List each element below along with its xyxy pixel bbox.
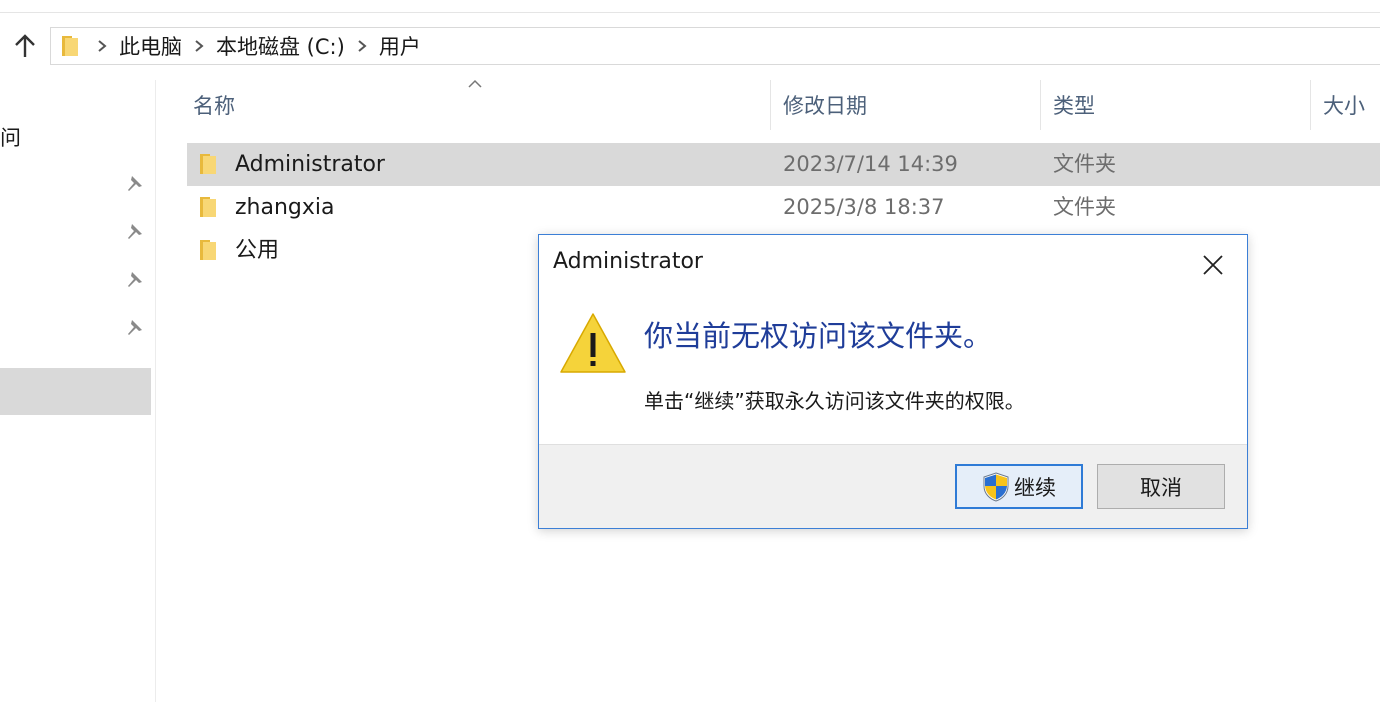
folder-icon: [59, 34, 81, 58]
folder-icon: [200, 154, 216, 174]
cancel-button-label: 取消: [1140, 475, 1182, 500]
continue-button[interactable]: 继续: [955, 464, 1083, 509]
pin-icon[interactable]: [122, 268, 146, 292]
column-header-name[interactable]: 名称: [181, 80, 771, 130]
warning-icon: [560, 313, 626, 373]
up-button[interactable]: [8, 30, 42, 62]
breadcrumb-local-disk[interactable]: 本地磁盘 (C:): [210, 31, 351, 61]
permission-dialog: Administrator 你当前无权访问该文件夹。 单击“继续”获取永久访问该…: [538, 234, 1248, 529]
nav-quick-access-label[interactable]: 问: [0, 122, 21, 152]
pin-icon[interactable]: [122, 220, 146, 244]
dialog-message: 你当前无权访问该文件夹。: [644, 319, 993, 353]
chevron-right-icon: [91, 34, 113, 58]
breadcrumb-this-pc[interactable]: 此电脑: [113, 31, 188, 61]
file-name: zhangxia: [235, 195, 335, 220]
column-header-type[interactable]: 类型: [1041, 80, 1311, 130]
uac-shield-icon: [983, 471, 1009, 502]
continue-button-label: 继续: [1014, 475, 1056, 500]
close-button[interactable]: [1197, 249, 1229, 281]
breadcrumb-users[interactable]: 用户: [373, 31, 427, 61]
column-header-modified[interactable]: 修改日期: [771, 80, 1041, 130]
pin-icon[interactable]: [122, 316, 146, 340]
folder-icon: [200, 240, 216, 260]
nav-item-selected[interactable]: [0, 368, 151, 415]
close-icon: [1203, 255, 1223, 275]
chevron-right-icon: [351, 34, 373, 58]
dialog-footer: 继续 取消: [539, 444, 1247, 528]
folder-icon: [200, 197, 216, 217]
file-row-zhangxia[interactable]: zhangxia 2025/3/8 18:37 文件夹: [187, 186, 1380, 229]
address-bar[interactable]: 此电脑 本地磁盘 (C:) 用户: [50, 27, 1380, 65]
dialog-title: Administrator: [553, 249, 703, 274]
nav-divider: [155, 80, 156, 702]
file-row-administrator[interactable]: Administrator 2023/7/14 14:39 文件夹: [187, 143, 1380, 186]
cancel-button[interactable]: 取消: [1097, 464, 1225, 509]
arrow-up-icon: [15, 34, 35, 57]
file-modified: 2023/7/14 14:39: [783, 152, 958, 176]
file-modified: 2025/3/8 18:37: [783, 195, 945, 219]
top-divider: [0, 12, 1380, 13]
pin-icon[interactable]: [122, 172, 146, 196]
dialog-detail: 单击“继续”获取永久访问该文件夹的权限。: [644, 389, 1025, 413]
file-name: Administrator: [235, 152, 385, 177]
file-type: 文件夹: [1053, 195, 1116, 219]
file-type: 文件夹: [1053, 152, 1116, 176]
column-header-size[interactable]: 大小: [1311, 80, 1380, 130]
file-name: 公用: [235, 238, 280, 263]
chevron-right-icon: [188, 34, 210, 58]
